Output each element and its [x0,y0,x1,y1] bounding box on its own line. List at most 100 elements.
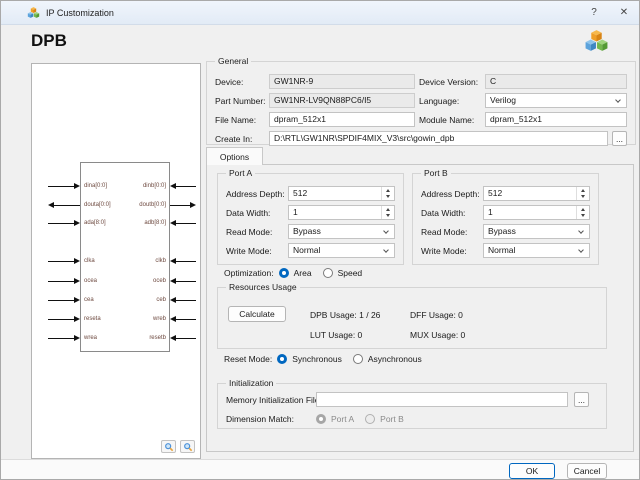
arrow-in-icon [170,316,196,322]
file-name-input[interactable]: dpram_512x1 [269,112,415,127]
data-width-label: Data Width: [226,207,271,218]
ok-button[interactable]: OK [509,462,555,479]
reset-mode-synchronous-label: Synchronous [292,354,342,364]
create-in-input[interactable]: D:\RTL\GW1NR\SPDIF4MIX_V3\src\gowin_dpb [269,131,608,146]
port-row: ceb [81,296,196,304]
reset-mode-synchronous-radio[interactable] [277,354,288,364]
module-name-input[interactable]: dpram_512x1 [485,112,627,127]
arrow-in-icon [48,278,80,284]
port-a-write-mode-select[interactable]: Normal [288,243,395,258]
cancel-button[interactable]: Cancel [567,462,607,479]
dimension-match-row: Port A Port B [316,413,410,425]
arrow-out-icon [48,202,80,208]
arrow-in-icon [170,278,196,284]
resources-usage-group: Resources Usage Calculate DPB Usage: 1 /… [217,282,607,349]
device-label: Device: [215,76,244,87]
device-version-field: C [485,74,627,89]
port-row: dinb[0:0] [81,182,196,190]
optimization-speed-label: Speed [337,268,363,278]
spin-down-button[interactable] [382,194,394,201]
mux-usage-text: MUX Usage: 0 [410,330,466,340]
reset-mode-asynchronous-radio[interactable] [352,354,363,364]
language-select[interactable]: Verilog [485,93,627,108]
port-label: doutb[0:0] [139,202,166,208]
tab-options[interactable]: Options [206,147,263,165]
memory-init-file-label: Memory Initialization File: [226,395,322,405]
port-label: wreb [152,316,166,322]
address-depth-label: Address Depth: [226,188,285,199]
chevron-down-icon [383,227,389,234]
help-button[interactable]: ? [579,1,609,24]
port-b-data-width-stepper[interactable]: 1 [483,205,590,220]
close-button[interactable]: ✕ [609,1,639,24]
magnifier-icon [164,442,173,451]
optimization-area-label: Area [293,268,312,278]
arrow-in-icon [170,183,196,189]
zoom-in-button[interactable] [161,440,176,453]
arrow-in-icon [48,335,80,341]
block-diagram-panel: dina[0:0] douta[0:0] ada[8:0] clka ocea … [31,63,201,459]
optimization-speed-radio[interactable] [322,268,333,278]
general-legend: General [215,56,252,66]
initialization-group: Initialization Memory Initialization Fil… [217,378,607,429]
arrow-in-icon [170,297,196,303]
port-row: doutb[0:0] [81,201,196,209]
dff-usage-text: DFF Usage: 0 [410,310,463,320]
arrow-in-icon [48,220,80,226]
page-title: DPB [31,31,67,50]
magnifier-icon [183,442,192,451]
dimension-match-label: Dimension Match: [226,414,295,424]
port-label: dinb[0:0] [142,183,166,189]
write-mode-label: Write Mode: [226,245,272,256]
port-b-address-depth-stepper[interactable]: 512 [483,186,590,201]
spin-down-button[interactable] [577,194,589,201]
chevron-down-icon [383,246,389,253]
port-a-address-depth-stepper[interactable]: 512 [288,186,395,201]
chevron-down-icon [615,96,621,103]
port-row: oceb [81,277,196,285]
port-a-read-mode-select[interactable]: Bypass [288,224,395,239]
dpb-block: dina[0:0] douta[0:0] ada[8:0] clka ocea … [48,162,196,352]
ip-cubes-icon [27,7,40,18]
spin-down-button[interactable] [382,213,394,220]
port-a-group: Port A Address Depth: 512 Data Width: 1 … [217,168,404,265]
resources-usage-legend: Resources Usage [226,282,300,292]
zoom-out-button[interactable] [180,440,195,453]
port-label: clkb [155,258,166,264]
port-row: wreb [81,315,196,323]
dpb-usage-text: DPB Usage: 1 / 26 [310,310,381,320]
port-label: ceb [156,297,166,303]
part-number-label: Part Number: [215,95,266,106]
port-b-write-mode-select[interactable]: Normal [483,243,590,258]
create-in-browse-button[interactable]: ... [612,131,627,146]
address-depth-label: Address Depth: [421,188,480,199]
memory-init-file-input[interactable] [316,392,568,407]
tab-options-label: Options [219,151,250,162]
port-row: clkb [81,257,196,265]
arrow-in-icon [170,258,196,264]
port-a-data-width-stepper[interactable]: 1 [288,205,395,220]
calculate-button[interactable]: Calculate [228,306,286,322]
spin-down-button[interactable] [577,213,589,220]
arrow-out-icon [170,202,196,208]
arrow-in-icon [48,297,80,303]
language-label: Language: [419,95,460,106]
create-in-label: Create In: [215,133,253,144]
device-field: GW1NR-9 [269,74,415,89]
lut-usage-text: LUT Usage: 0 [310,330,363,340]
title-bar[interactable]: IP Customization ? ✕ [1,1,639,25]
reset-mode-row: Reset Mode: Synchronous Asynchronous [224,353,428,365]
read-mode-label: Read Mode: [226,226,273,237]
port-b-group: Port B Address Depth: 512 Data Width: 1 … [412,168,599,265]
window-title: IP Customization [46,7,114,18]
arrow-in-icon [48,258,80,264]
port-label: resetb [149,335,166,341]
reset-mode-label: Reset Mode: [224,354,273,364]
port-b-read-mode-select[interactable]: Bypass [483,224,590,239]
memory-init-file-browse-button[interactable]: ... [574,392,589,407]
initialization-legend: Initialization [226,378,277,388]
port-label: adb[8:0] [144,220,166,226]
optimization-area-radio[interactable] [278,268,289,278]
port-row: adb[8:0] [81,219,196,227]
dimension-port-a-radio [316,414,326,424]
